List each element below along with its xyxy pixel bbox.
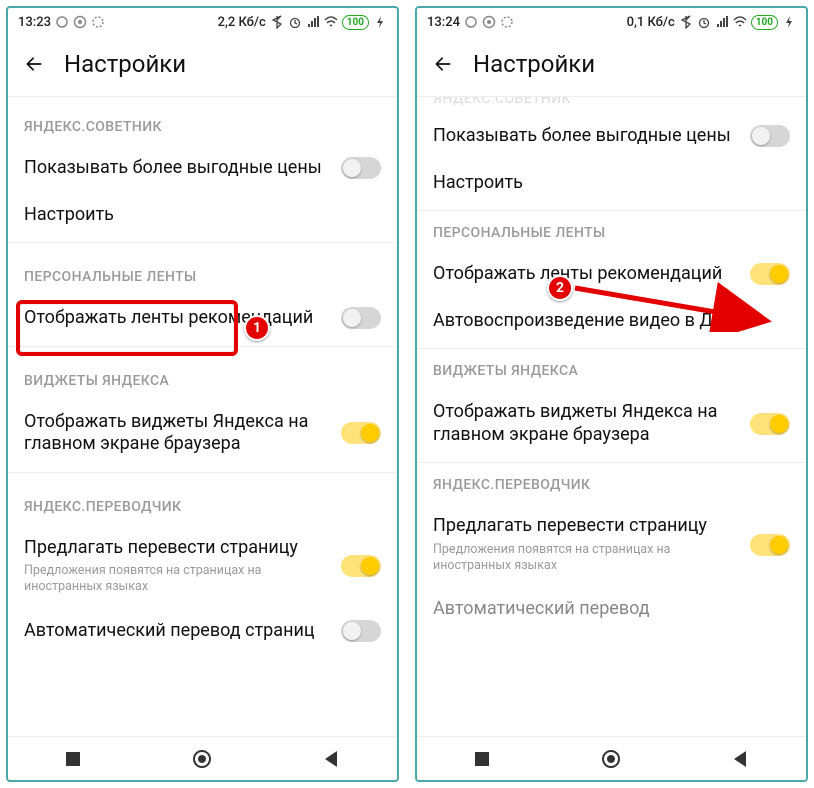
- settings-scroll[interactable]: ЯНДЕКС.СОВЕТНИК Показывать более выгодны…: [417, 97, 806, 736]
- section-advisor-title: ЯНДЕКС.СОВЕТНИК: [8, 97, 397, 145]
- status-bar: 13:24 0,1 Кб/с 100: [417, 8, 806, 36]
- battery-icon: 100: [751, 15, 778, 30]
- row-label: Автоматический перевод страниц: [24, 620, 329, 643]
- section-translate-title: ЯНДЕКС.ПЕРЕВОДЧИК: [417, 467, 806, 503]
- status-gear-icon: [73, 15, 87, 29]
- row-advisor-configure[interactable]: Настроить: [417, 160, 806, 207]
- bluetooth-icon: [270, 15, 284, 29]
- row-show-widgets[interactable]: Отображать виджеты Яндекса на главном эк…: [417, 389, 806, 458]
- divider: [8, 472, 397, 473]
- status-dot-icon: [55, 15, 69, 29]
- phone-right: 13:24 0,1 Кб/с 100 Настройки ЯНДЕКС.СОВЕ…: [415, 6, 808, 782]
- signal-icon: [306, 15, 320, 29]
- row-show-better-prices[interactable]: Показывать более выгодные цены: [417, 113, 806, 160]
- toggle-show-feeds[interactable]: [750, 263, 790, 285]
- toggle-auto-translate[interactable]: [341, 620, 381, 642]
- status-time: 13:23: [18, 15, 51, 30]
- row-sublabel: Предложения появятся на страницах на ино…: [433, 542, 738, 575]
- divider: [417, 348, 806, 349]
- row-advisor-configure[interactable]: Настроить: [8, 192, 397, 239]
- nav-back-icon[interactable]: [321, 748, 343, 770]
- back-icon[interactable]: [433, 54, 453, 74]
- android-navbar: [417, 736, 806, 780]
- row-label: Автоматический перевод: [433, 598, 790, 621]
- charge-icon: [782, 15, 796, 29]
- row-label: Предлагать перевести страницу: [433, 515, 738, 538]
- page-title: Настройки: [473, 50, 595, 78]
- divider: [8, 346, 397, 347]
- nav-recents-icon[interactable]: [62, 748, 84, 770]
- battery-icon: 100: [342, 15, 369, 30]
- divider: [8, 242, 397, 243]
- section-feeds-title: ПЕРСОНАЛЬНЫЕ ЛЕНТЫ: [417, 215, 806, 251]
- status-misc-icon: [91, 15, 105, 29]
- section-widgets-title: ВИДЖЕТЫ ЯНДЕКСА: [417, 353, 806, 389]
- row-label: Отображать виджеты Яндекса на главном эк…: [433, 401, 738, 446]
- nav-recents-icon[interactable]: [471, 748, 493, 770]
- nav-home-icon[interactable]: [600, 748, 622, 770]
- status-bar: 13:23 2,2 Кб/с 10: [8, 8, 397, 36]
- row-show-feeds[interactable]: Отображать ленты рекомендаций: [8, 295, 397, 342]
- row-label: Настроить: [24, 204, 381, 227]
- section-translate-title: ЯНДЕКС.ПЕРЕВОДЧИК: [8, 477, 397, 525]
- row-auto-translate[interactable]: Автоматический перевод страниц: [8, 608, 397, 655]
- row-label: Показывать более выгодные цены: [24, 157, 329, 180]
- toggle-better-prices[interactable]: [341, 157, 381, 179]
- toggle-show-widgets[interactable]: [750, 413, 790, 435]
- row-label: Предлагать перевести страницу: [24, 537, 329, 560]
- toggle-offer-translate[interactable]: [341, 555, 381, 577]
- toggle-offer-translate[interactable]: [750, 534, 790, 556]
- divider: [417, 462, 806, 463]
- wifi-icon: [324, 15, 338, 29]
- status-misc-icon: [500, 15, 514, 29]
- nav-back-icon[interactable]: [730, 748, 752, 770]
- row-label: Настроить: [433, 172, 790, 195]
- status-net-speed: 0,1 Кб/с: [627, 15, 675, 30]
- section-widgets-title: ВИДЖЕТЫ ЯНДЕКСА: [8, 351, 397, 399]
- row-label: Отображать ленты рекомендаций: [433, 263, 738, 286]
- status-dot-icon: [464, 15, 478, 29]
- status-time: 13:24: [427, 15, 460, 30]
- nav-home-icon[interactable]: [191, 748, 213, 770]
- status-gear-icon: [482, 15, 496, 29]
- alarm-icon: [288, 15, 302, 29]
- row-auto-translate[interactable]: Автоматический перевод: [417, 586, 806, 633]
- row-autoplay-video-zen[interactable]: Автовоспроизведение видео в Дзене: [417, 298, 806, 345]
- row-label: Отображать виджеты Яндекса на главном эк…: [24, 411, 329, 456]
- toggle-show-widgets[interactable]: [341, 422, 381, 444]
- header: Настройки: [8, 36, 397, 97]
- charge-icon: [373, 15, 387, 29]
- alarm-icon: [697, 15, 711, 29]
- settings-scroll[interactable]: ЯНДЕКС.СОВЕТНИК Показывать более выгодны…: [8, 97, 397, 736]
- section-feeds-title: ПЕРСОНАЛЬНЫЕ ЛЕНТЫ: [8, 247, 397, 295]
- bluetooth-icon: [679, 15, 693, 29]
- header: Настройки: [417, 36, 806, 97]
- row-label: Показывать более выгодные цены: [433, 125, 738, 148]
- status-net-speed: 2,2 Кб/с: [218, 15, 266, 30]
- section-advisor-title-cutoff: ЯНДЕКС.СОВЕТНИК: [417, 97, 806, 113]
- row-sublabel: Предложения появятся на страницах на ино…: [24, 563, 329, 596]
- toggle-better-prices[interactable]: [750, 125, 790, 147]
- row-show-feeds[interactable]: Отображать ленты рекомендаций: [417, 251, 806, 298]
- phone-left: 13:23 2,2 Кб/с 10: [6, 6, 399, 782]
- back-icon[interactable]: [24, 54, 44, 74]
- toggle-show-feeds[interactable]: [341, 307, 381, 329]
- divider: [417, 210, 806, 211]
- row-label: Отображать ленты рекомендаций: [24, 307, 329, 330]
- signal-icon: [715, 15, 729, 29]
- row-show-widgets[interactable]: Отображать виджеты Яндекса на главном эк…: [8, 399, 397, 468]
- android-navbar: [8, 736, 397, 780]
- row-show-better-prices[interactable]: Показывать более выгодные цены: [8, 145, 397, 192]
- wifi-icon: [733, 15, 747, 29]
- row-offer-translate[interactable]: Предлагать перевести страницу Предложени…: [8, 525, 397, 608]
- row-label: Автовоспроизведение видео в Дзене: [433, 310, 790, 333]
- row-offer-translate[interactable]: Предлагать перевести страницу Предложени…: [417, 503, 806, 586]
- page-title: Настройки: [64, 50, 186, 78]
